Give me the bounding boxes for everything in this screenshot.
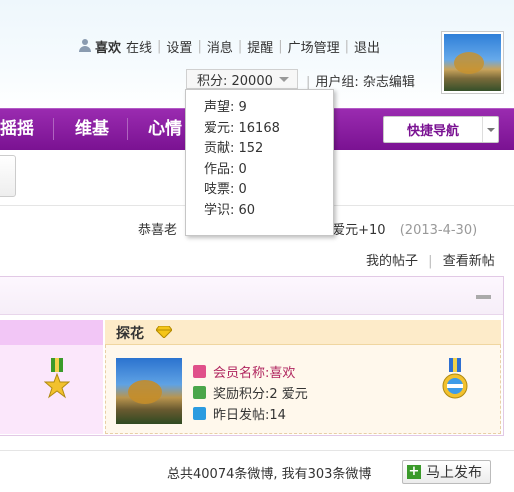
settings-link[interactable]: 设置: [166, 37, 192, 56]
chevron-down-icon: [486, 127, 495, 132]
my-posts-link[interactable]: 我的帖子: [366, 254, 418, 269]
post-links: 我的帖子 | 查看新帖: [366, 250, 495, 269]
user-icon: [78, 39, 92, 53]
reward-icon: [193, 385, 206, 399]
online-status: 在线: [126, 40, 153, 56]
reward-text: 奖励积分:2 爱元: [213, 386, 308, 402]
medal-star-icon[interactable]: [44, 358, 70, 402]
weibo-stats: 总共40074条微博, 我有303条微博: [167, 467, 372, 482]
view-new-posts-link[interactable]: 查看新帖: [443, 254, 495, 269]
publish-label: 马上发布: [426, 465, 482, 481]
divider: |: [197, 38, 202, 54]
heart-icon: [193, 406, 206, 420]
panel-header: [0, 277, 503, 315]
reward-row: 奖励积分:2 爱元: [193, 382, 308, 402]
dropdown-item-works: 作品: 0: [204, 161, 247, 177]
nav-divider: [127, 118, 128, 140]
notice-text: 恭喜老: [138, 223, 178, 238]
divider: |: [428, 254, 433, 269]
member-name: 会员名称:喜欢: [213, 365, 296, 381]
divider: |: [237, 38, 243, 54]
quick-nav-button[interactable]: 快捷导航: [383, 116, 499, 143]
nav-item-mood[interactable]: 心情: [148, 108, 182, 150]
nav-divider: [53, 118, 54, 140]
column-divider: [103, 320, 105, 434]
collapse-icon[interactable]: [476, 295, 491, 299]
logout-link[interactable]: 退出: [354, 37, 380, 56]
nav-item-wiki[interactable]: 维基: [75, 108, 109, 150]
diamond-icon: [156, 326, 172, 338]
dropdown-item-contribution: 贡献: 152: [204, 141, 264, 156]
plaza-admin-link[interactable]: 广场管理: [288, 37, 340, 56]
quick-nav-label: 快捷导航: [406, 124, 459, 139]
points-dropdown-menu: 声望: 9 爱元: 16168 贡献: 152 作品: 0 吱票: 0 学识: …: [185, 89, 334, 236]
yesterday-posts-row: 昨日发帖:14: [193, 403, 286, 423]
avatar-image: [444, 34, 501, 91]
divider: |: [306, 75, 311, 90]
reminders-link[interactable]: 提醒: [247, 37, 273, 56]
avatar[interactable]: [441, 31, 504, 94]
points-label: 积分: 20000: [197, 73, 273, 89]
user-bar: 喜欢 在线 | 设置 | 消息 | 提醒 | 广场管理 | 退出: [78, 36, 380, 56]
points-dropdown-button[interactable]: 积分: 20000: [186, 69, 298, 89]
plus-icon: +: [407, 464, 421, 479]
yesterday-posts: 昨日发帖:14: [213, 407, 286, 423]
left-column-header: [0, 320, 103, 345]
quick-nav-arrow[interactable]: [482, 117, 498, 142]
notice-date: (2013-4-30): [399, 223, 478, 238]
sub-bar-button[interactable]: [0, 155, 16, 197]
publish-button[interactable]: + 马上发布: [402, 460, 491, 484]
nav-item-yaoyao[interactable]: 摇摇: [0, 108, 34, 150]
divider: |: [344, 38, 350, 54]
messages-link[interactable]: 消息: [207, 37, 233, 56]
dropdown-item-knowledge: 学识: 60: [204, 202, 256, 218]
dropdown-item-reputation: 声望: 9: [204, 100, 247, 115]
medal-badge-icon[interactable]: [440, 358, 470, 400]
chevron-down-icon: [278, 76, 289, 82]
username-link[interactable]: 喜欢: [95, 37, 121, 56]
star-icon: [193, 364, 206, 378]
dropdown-item-zhipiao: 吱票: 0: [204, 182, 247, 197]
section-title: 探花: [116, 326, 144, 342]
usergroup[interactable]: | 用户组: 杂志编辑: [306, 71, 415, 90]
member-photo[interactable]: [116, 358, 182, 424]
divider: |: [278, 38, 283, 54]
divider: |: [157, 38, 162, 54]
member-name-row[interactable]: 会员名称:喜欢: [193, 361, 295, 381]
dropdown-item-aiyuan: 爱元: 16168: [204, 120, 280, 136]
usergroup-label: 用户组: 杂志编辑: [315, 75, 415, 90]
